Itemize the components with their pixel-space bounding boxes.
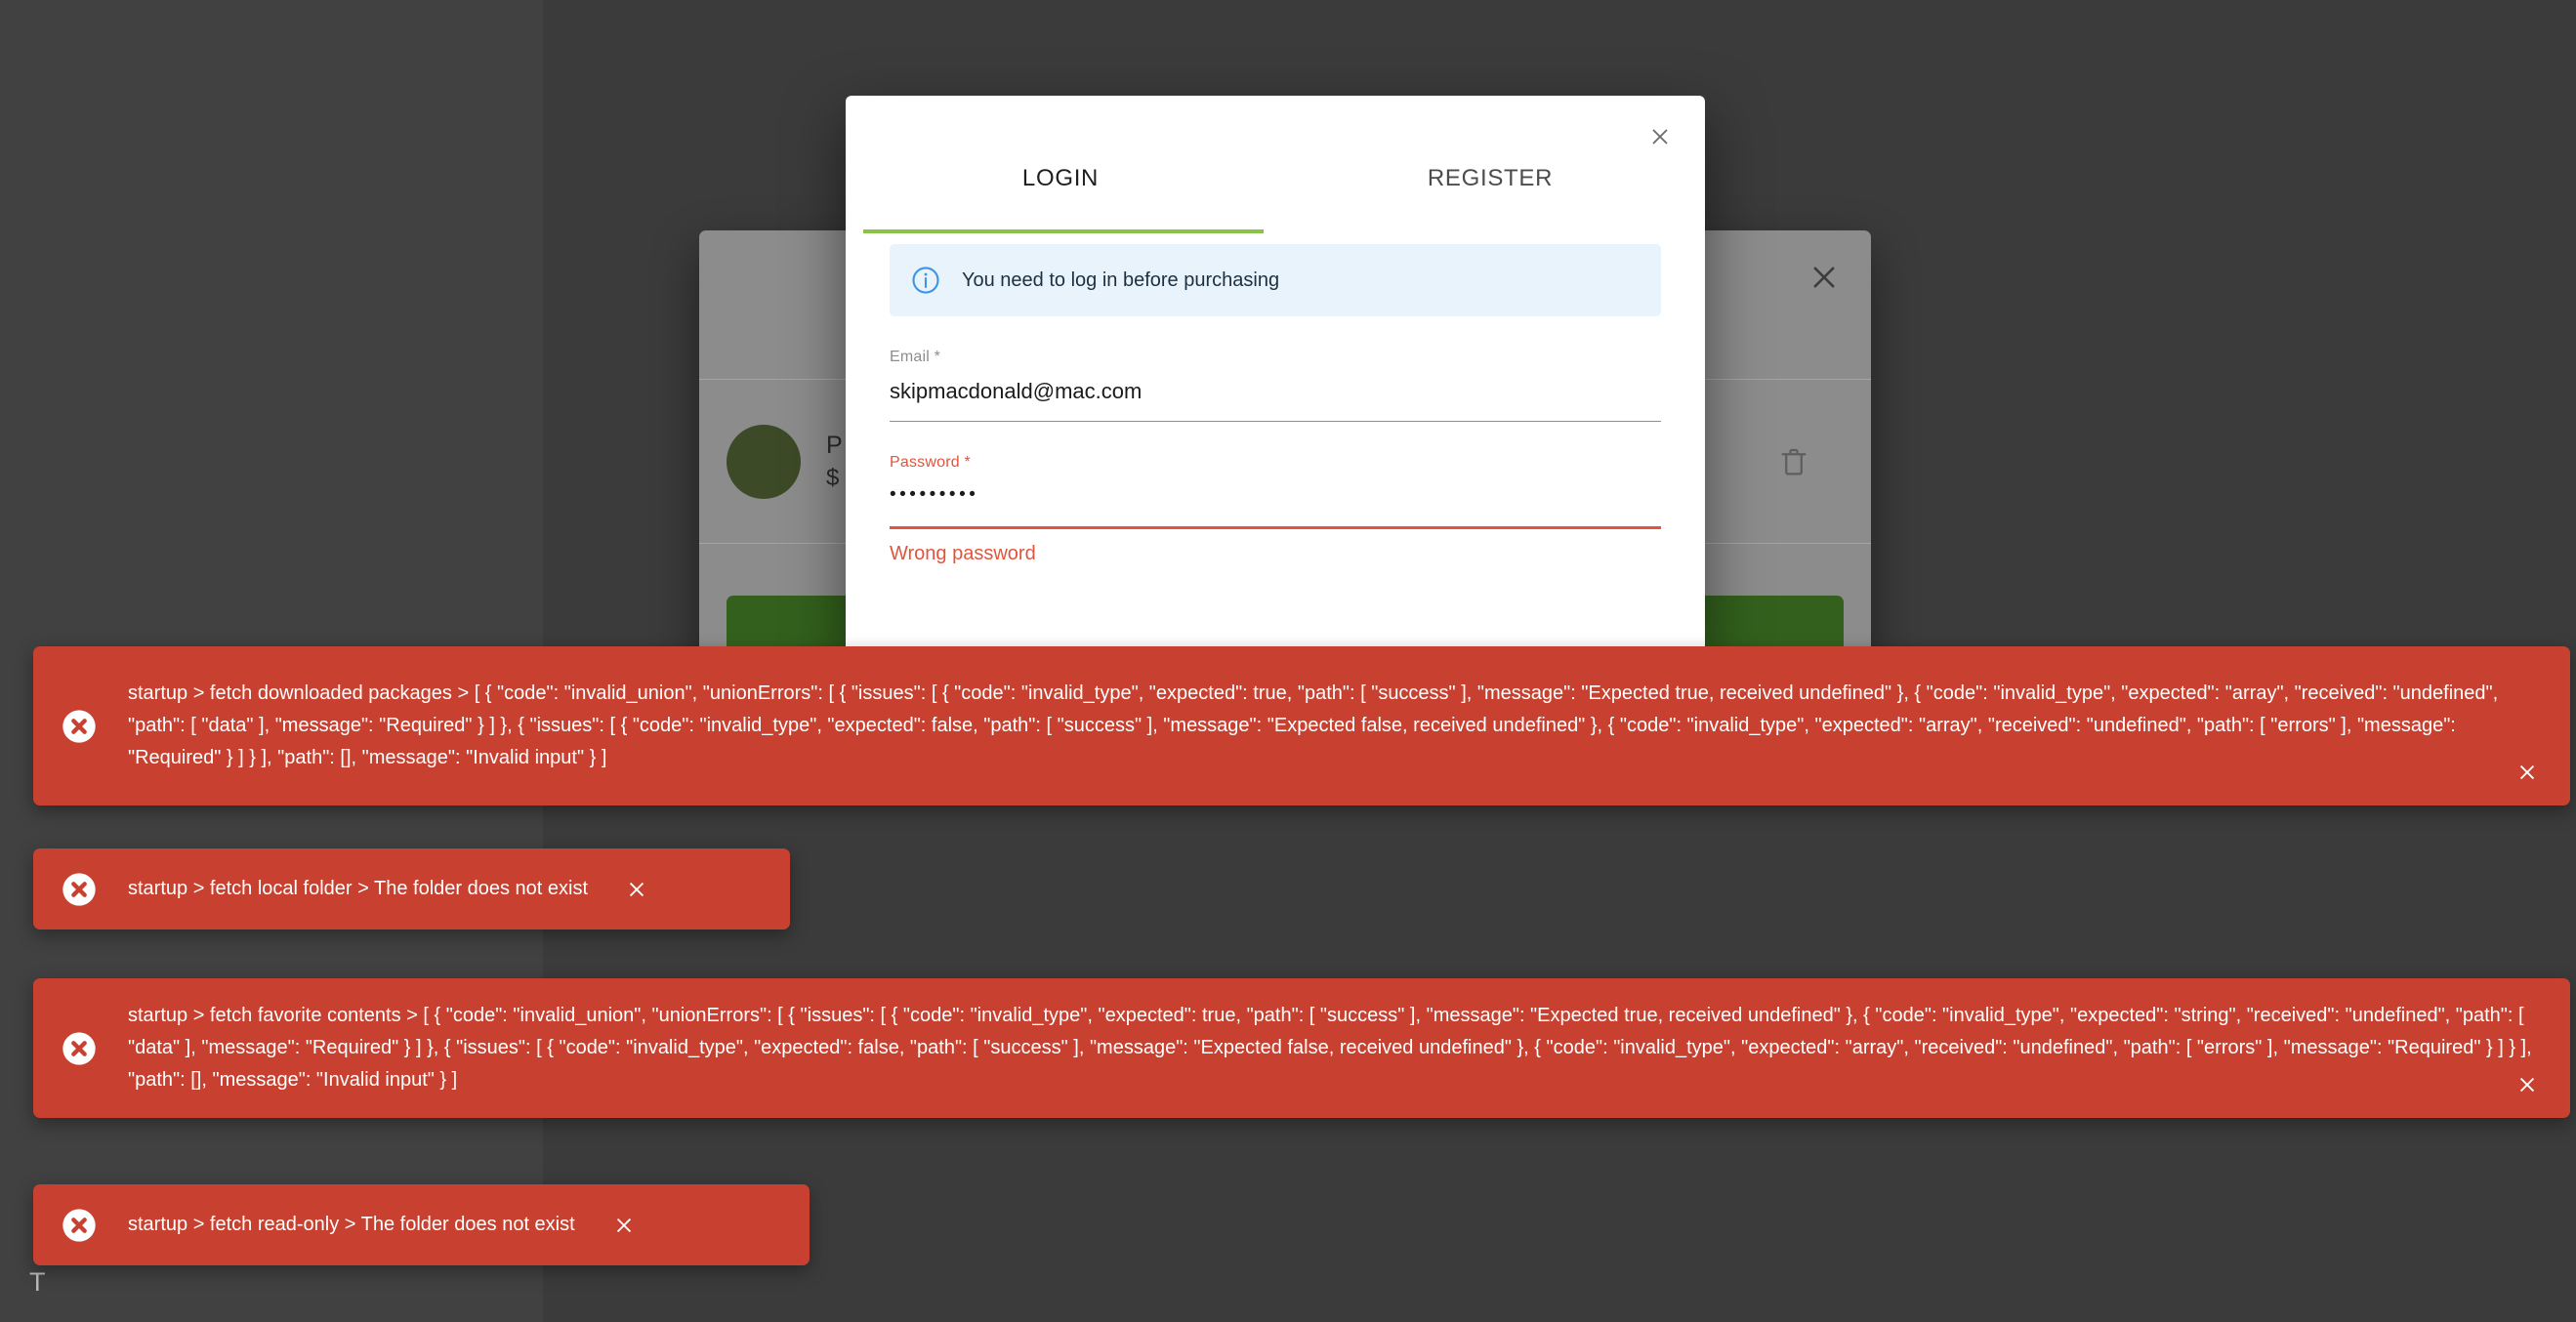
error-toast: startup > fetch read-only > The folder d…: [33, 1184, 810, 1265]
close-icon[interactable]: [2506, 1063, 2549, 1106]
close-icon[interactable]: [1805, 258, 1844, 297]
close-icon[interactable]: [2506, 751, 2549, 794]
error-toast: startup > fetch downloaded packages > [ …: [33, 646, 2570, 806]
password-field-label: Password *: [890, 454, 971, 471]
error-circle-icon: [60, 870, 99, 909]
error-toast: startup > fetch local folder > The folde…: [33, 848, 790, 930]
email-field-label: Email *: [890, 349, 941, 365]
error-circle-icon: [60, 1029, 99, 1068]
info-circle-icon: [911, 266, 940, 295]
product-thumbnail: [727, 424, 801, 499]
error-circle-icon: [60, 1206, 99, 1245]
password-field[interactable]: Password * ••••••••• Wrong password: [890, 454, 1661, 565]
login-modal: LOGIN REGISTER You need to log in before…: [846, 96, 1705, 652]
password-field-underline: [890, 526, 1661, 529]
info-banner-text: You need to log in before purchasing: [962, 269, 1280, 291]
tab-register-label: REGISTER: [1427, 165, 1554, 191]
email-field-value[interactable]: skipmacdonald@mac.com: [890, 379, 1661, 408]
close-icon[interactable]: [615, 868, 658, 911]
email-field[interactable]: Email * skipmacdonald@mac.com: [890, 349, 1661, 422]
product-name: P: [826, 431, 843, 459]
login-form: You need to log in before purchasing Ema…: [846, 211, 1705, 565]
product-price: $: [826, 464, 840, 491]
password-error-message: Wrong password: [890, 543, 1036, 564]
app-root: T P $ LOGIN REGISTER You need to log in …: [0, 0, 2576, 1322]
error-circle-icon: [60, 707, 99, 746]
toast-message: startup > fetch downloaded packages > [ …: [128, 682, 2499, 768]
close-icon[interactable]: [602, 1204, 645, 1247]
tab-login[interactable]: LOGIN: [846, 146, 1275, 211]
background-stray-text: T: [29, 1267, 46, 1297]
product-info: P $: [826, 429, 843, 495]
info-banner: You need to log in before purchasing: [890, 244, 1661, 316]
active-tab-indicator: [863, 229, 1264, 233]
email-field-underline: [890, 421, 1661, 422]
trash-icon[interactable]: [1777, 443, 1810, 480]
password-field-value[interactable]: •••••••••: [890, 484, 1661, 514]
tab-login-label: LOGIN: [1021, 165, 1100, 191]
error-toast: startup > fetch favorite contents > [ { …: [33, 978, 2570, 1118]
auth-tabs: LOGIN REGISTER: [846, 146, 1705, 211]
toast-message: startup > fetch favorite contents > [ { …: [128, 1005, 2532, 1091]
toast-message: startup > fetch read-only > The folder d…: [128, 1214, 575, 1235]
tab-register[interactable]: REGISTER: [1275, 146, 1705, 211]
toast-message: startup > fetch local folder > The folde…: [128, 878, 589, 899]
